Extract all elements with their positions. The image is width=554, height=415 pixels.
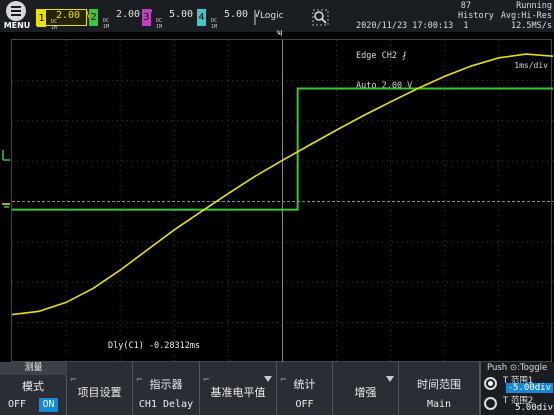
t-range2-row[interactable]: T 范围2 5.00div — [481, 394, 554, 414]
channel-1-scale: 2.00 V — [56, 10, 93, 21]
channel-4-coupling: DC 1M — [211, 18, 218, 30]
measurement-readout: Dly(C1) -0.28312ms — [108, 341, 201, 351]
channel-1-coupling: DC 1M — [51, 19, 58, 31]
ref-level-title: 基准电平值 — [210, 386, 266, 399]
level-markers — [2, 150, 10, 208]
channel-3-number: 3 — [142, 9, 151, 26]
channel-3-indicator[interactable]: 3 5.00 V DC 1M — [142, 9, 205, 30]
acquisition-panel[interactable]: Running Avg:Hi-Res 12.5MS/s — [500, 1, 552, 31]
item-setup-softkey[interactable]: ⌐ 项目设置 — [67, 362, 133, 415]
knob-icon — [484, 397, 497, 410]
t-range2-value: 5.00div — [515, 403, 553, 413]
channel-4-number: 4 — [197, 9, 206, 26]
channel-2-coupling: DC 1M — [103, 18, 110, 30]
ref-level-softkey[interactable]: ⌐ 基准电平值 — [200, 362, 277, 415]
knob-icon — [484, 377, 497, 390]
time-range-title: 时间范围 — [417, 378, 461, 391]
t-range1-row[interactable]: T 范围1 -5.00div — [481, 374, 554, 394]
corner-icon: ⌐ — [70, 375, 77, 384]
time-range-softkey[interactable]: 时间范围 Main — [399, 362, 480, 415]
ch1-offset-marker[interactable] — [2, 203, 10, 208]
history-panel[interactable]: 87 History 1 — [458, 1, 494, 31]
channel-1-number: 1 — [37, 10, 46, 27]
channel-1-indicator[interactable]: 1 2.00 V DC 1M — [36, 9, 92, 31]
menu-button[interactable]: MENU — [3, 1, 31, 31]
history-index: 1 — [463, 21, 469, 31]
menu-label: MENU — [3, 21, 31, 30]
channel-2-number: 2 — [89, 9, 98, 26]
timebase-label: 1ms/div — [514, 61, 548, 70]
indicator-softkey[interactable]: ⌐ 指示器 CH1 Delay — [133, 362, 200, 415]
logic-indicator[interactable]: Logic — [254, 11, 284, 25]
enhance-softkey[interactable]: 增强 — [333, 362, 399, 415]
run-state: Running — [516, 1, 552, 11]
zoom-icon[interactable] — [312, 9, 329, 26]
t-range1-value: -5.00div — [505, 383, 553, 393]
acq-mode: Avg:Hi-Res — [500, 11, 552, 21]
statistics-value: OFF — [295, 399, 314, 410]
trigger-level-marker[interactable] — [2, 150, 10, 161]
mode-off-option: OFF — [8, 399, 27, 410]
history-label: History — [458, 11, 494, 21]
indicator-title: 指示器 — [149, 378, 183, 391]
channel-4-indicator[interactable]: 4 5.00 V DC 1M — [197, 9, 260, 30]
corner-icon: ⌐ — [203, 375, 210, 384]
datetime: 2020/11/23 17:00:13 — [356, 21, 454, 31]
statistics-title: 统计 — [293, 378, 316, 391]
knob-toggle-hint: Push ⊙:Toggle — [487, 363, 548, 373]
channel-3-coupling: DC 1M — [156, 18, 163, 30]
statistics-softkey[interactable]: ⌐ 统计 OFF — [277, 362, 333, 415]
indicator-value: CH1 Delay — [138, 399, 194, 410]
time-range-value: Main — [426, 399, 452, 410]
channel-2-indicator[interactable]: 2 2.00 V DC 1M — [89, 9, 152, 30]
item-setup-title: 项目设置 — [77, 386, 122, 399]
mode-on-option: ON — [39, 398, 58, 412]
measure-header: 测量 — [0, 362, 67, 375]
waveform-display — [11, 39, 554, 363]
measure-mode-title: 模式 — [22, 380, 44, 393]
waveform-svg — [11, 40, 554, 363]
sample-rate: 12.5MS/s — [511, 21, 552, 31]
menu-icon — [6, 1, 26, 21]
dropdown-arrow-icon — [264, 376, 272, 382]
enhance-title: 增强 — [354, 386, 377, 399]
trigger-position-marker[interactable]: Ҹ — [277, 29, 282, 39]
dropdown-arrow-icon — [386, 376, 394, 382]
measure-mode-softkey[interactable]: 测量 模式 OFF ON — [0, 362, 67, 415]
history-count: 87 — [460, 1, 472, 11]
knob-panel[interactable]: Push ⊙:Toggle T 范围1 -5.00div T 范围2 5.00d… — [480, 362, 554, 415]
